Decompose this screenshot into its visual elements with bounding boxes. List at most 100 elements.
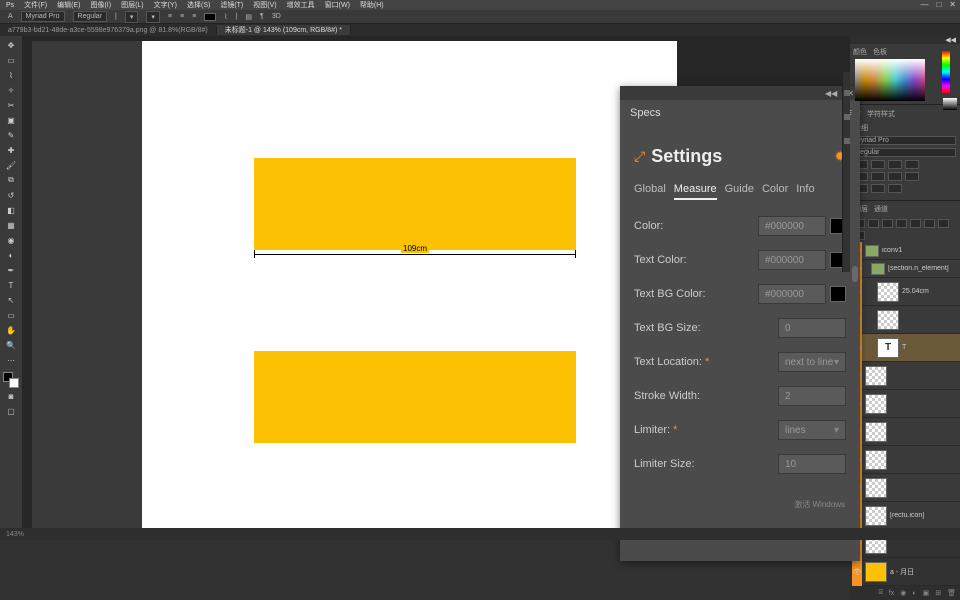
- heal-tool-icon[interactable]: ✚: [2, 143, 20, 157]
- menu-item[interactable]: 视图(V): [253, 0, 276, 10]
- dodge-tool-icon[interactable]: ◐: [2, 248, 20, 262]
- layer-name[interactable]: [rectu.icon]: [890, 512, 958, 519]
- tab-global[interactable]: Global: [634, 183, 666, 200]
- layer-thumbnail[interactable]: [865, 394, 887, 414]
- layer-thumbnail[interactable]: [865, 366, 887, 386]
- font-select[interactable]: Myriad Pro: [854, 136, 956, 145]
- tab-guide[interactable]: Guide: [725, 183, 754, 200]
- menu-item[interactable]: 帮助(H): [360, 0, 384, 10]
- yellow-rectangle-1[interactable]: [254, 158, 576, 250]
- layer-thumbnail[interactable]: [865, 478, 887, 498]
- filter[interactable]: [868, 219, 879, 228]
- link-icon[interactable]: ⌸: [879, 589, 883, 597]
- brush-tool-icon[interactable]: 🖌: [2, 158, 20, 172]
- crop-tool-icon[interactable]: ✂: [2, 98, 20, 112]
- canvas[interactable]: [142, 41, 677, 531]
- layer-row[interactable]: 👁[rectu.icon]: [850, 502, 960, 530]
- visibility-icon[interactable]: 👁: [852, 568, 862, 576]
- layer-name[interactable]: 25.04cm: [902, 288, 958, 295]
- layer-row[interactable]: 👁[section.n_element]: [850, 260, 960, 278]
- layer-row[interactable]: 👁: [850, 474, 960, 502]
- color-input[interactable]: [905, 172, 919, 181]
- more-tools-icon[interactable]: ⋯: [2, 353, 20, 367]
- stroke-width-input[interactable]: 2: [778, 386, 846, 406]
- layer-row[interactable]: 👁: [850, 446, 960, 474]
- group-icon[interactable]: ▣: [923, 589, 930, 597]
- font-style-select[interactable]: Regular: [73, 11, 108, 22]
- color-input[interactable]: #000000: [758, 216, 826, 236]
- layer-row[interactable]: 👁 a - 月日: [850, 558, 960, 586]
- text-bg-color-input[interactable]: #000000: [758, 284, 826, 304]
- marquee-tool-icon[interactable]: ▭: [2, 53, 20, 67]
- background-swatch[interactable]: [9, 378, 19, 388]
- 3d-icon[interactable]: 3D: [272, 13, 281, 20]
- font-family-select[interactable]: Myriad Pro: [21, 11, 65, 22]
- wand-tool-icon[interactable]: ✧: [2, 83, 20, 97]
- blur-tool-icon[interactable]: ◉: [2, 233, 20, 247]
- style-select[interactable]: Regular: [854, 148, 956, 157]
- minimize-button[interactable]: —: [920, 0, 928, 9]
- menu-item[interactable]: 编辑(E): [57, 0, 80, 10]
- type-tool-icon[interactable]: T: [2, 278, 20, 292]
- filter[interactable]: [924, 219, 935, 228]
- font-size-select[interactable]: ▾: [125, 11, 139, 23]
- dock-icon[interactable]: [844, 138, 850, 144]
- eyedropper-tool-icon[interactable]: ✎: [2, 128, 20, 142]
- align-center-icon[interactable]: ≡: [180, 13, 184, 20]
- paragraph-tab[interactable]: 学符样式: [867, 109, 895, 119]
- text-color-swatch[interactable]: [204, 13, 216, 21]
- layer-thumbnail[interactable]: [865, 422, 887, 442]
- color-tab[interactable]: 颜色: [853, 47, 867, 57]
- new-layer-icon[interactable]: ⊞: [935, 589, 941, 597]
- filter[interactable]: [896, 219, 907, 228]
- layer-row[interactable]: 👁: [850, 390, 960, 418]
- tab-measure[interactable]: Measure: [674, 183, 717, 200]
- aa-select[interactable]: ▾: [146, 11, 160, 23]
- yellow-rectangle-2[interactable]: [254, 351, 576, 443]
- hue-slider[interactable]: [942, 51, 950, 93]
- layer-thumbnail[interactable]: [877, 282, 899, 302]
- layer-row[interactable]: 👁: [850, 418, 960, 446]
- opt[interactable]: [871, 184, 885, 193]
- limiter-size-input[interactable]: 10: [778, 454, 846, 474]
- hscale-input[interactable]: [871, 172, 885, 181]
- filter[interactable]: [938, 219, 949, 228]
- frame-tool-icon[interactable]: ▣: [2, 113, 20, 127]
- collapse-icon[interactable]: ◀◀: [825, 89, 837, 98]
- align-right-icon[interactable]: ≡: [192, 13, 196, 20]
- kerning-input[interactable]: [888, 160, 902, 169]
- opt[interactable]: [888, 184, 902, 193]
- text-color-input[interactable]: #000000: [758, 250, 826, 270]
- dock-icon[interactable]: [844, 90, 850, 96]
- layer-thumbnail[interactable]: [865, 450, 887, 470]
- gradient-tool-icon[interactable]: ▦: [2, 218, 20, 232]
- warp-text-icon[interactable]: ⌇: [224, 13, 227, 21]
- swatches-tab[interactable]: 色板: [873, 47, 887, 57]
- align-left-icon[interactable]: ≡: [168, 13, 172, 20]
- layer-thumbnail[interactable]: [865, 562, 887, 582]
- mask-icon[interactable]: ◉: [900, 589, 906, 597]
- color-spectrum[interactable]: [855, 59, 925, 101]
- layer-name[interactable]: iconv1: [882, 247, 958, 254]
- pen-tool-icon[interactable]: ✒: [2, 263, 20, 277]
- filter[interactable]: [882, 219, 893, 228]
- collapse-icon[interactable]: ◀◀: [945, 36, 956, 44]
- layer-name[interactable]: a - 月日: [890, 567, 958, 577]
- layer-row[interactable]: 👁: [850, 306, 960, 334]
- layer-row[interactable]: 👁iconv1: [850, 242, 960, 260]
- close-button[interactable]: ✕: [949, 0, 956, 9]
- maximize-button[interactable]: □: [936, 0, 941, 9]
- path-tool-icon[interactable]: ↖: [2, 293, 20, 307]
- tab-info[interactable]: Info: [796, 183, 814, 200]
- specs-tab[interactable]: Specs: [620, 103, 671, 123]
- brightness-slider[interactable]: [943, 98, 957, 110]
- menu-item[interactable]: 增效工具: [287, 0, 315, 10]
- baseline-input[interactable]: [888, 172, 902, 181]
- history-brush-icon[interactable]: ↺: [2, 188, 20, 202]
- adjustment-icon[interactable]: ◐: [912, 590, 916, 597]
- zoom-level[interactable]: 143%: [6, 531, 24, 538]
- layer-thumbnail[interactable]: [865, 506, 887, 526]
- layer-row[interactable]: 👁TT: [850, 334, 960, 362]
- menu-item[interactable]: 窗口(W): [325, 0, 350, 10]
- layer-thumbnail[interactable]: [865, 245, 879, 257]
